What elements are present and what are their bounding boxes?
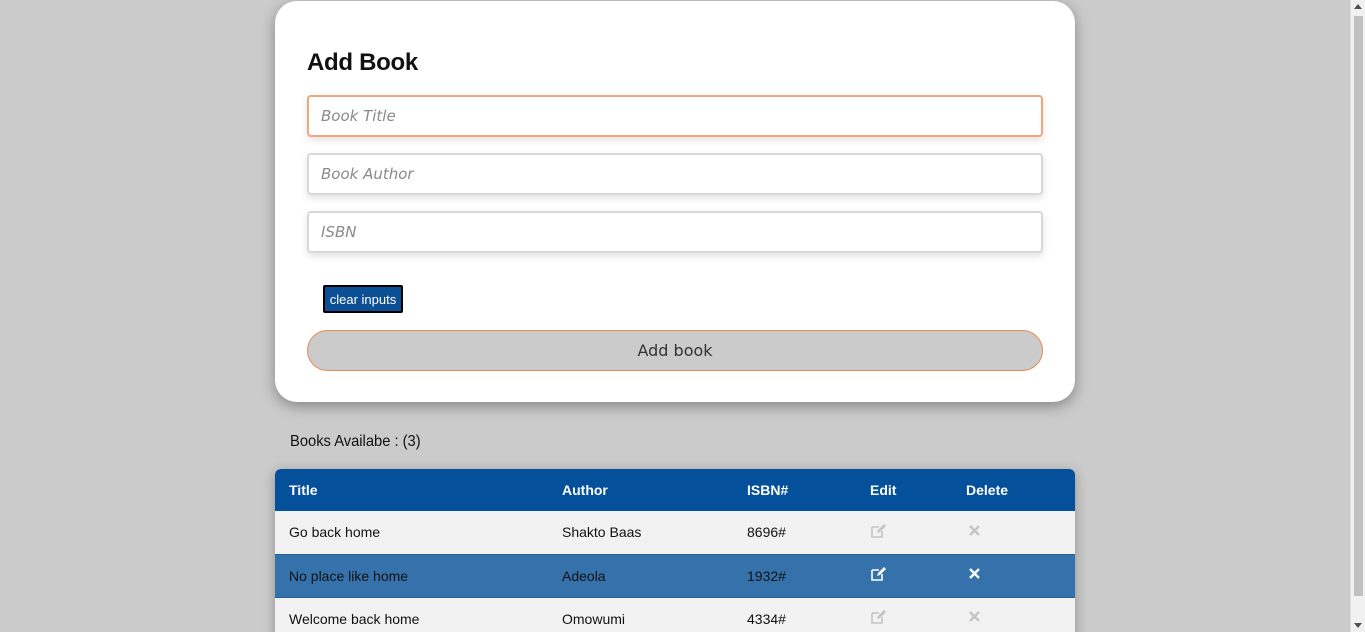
table-header-row: Title Author ISBN# Edit Delete <box>275 469 1075 511</box>
header-title: Title <box>289 482 318 498</box>
header-delete: Delete <box>966 482 1009 498</box>
edit-icon[interactable] <box>870 566 886 582</box>
close-icon[interactable] <box>966 609 982 625</box>
close-icon[interactable] <box>966 566 982 582</box>
table-row[interactable]: Go back home Shakto Baas 8696# <box>275 511 1075 554</box>
vertical-scrollbar[interactable] <box>1350 0 1365 632</box>
book-author-input[interactable] <box>307 153 1043 195</box>
book-author-cell: Adeola <box>562 567 606 584</box>
table-row[interactable]: No place like home Adeola 1932# <box>275 554 1075 597</box>
book-isbn-cell: 1932# <box>747 567 786 584</box>
page: Add Book clear inputs Add book Books Ava… <box>0 0 1365 632</box>
clear-inputs-button[interactable]: clear inputs <box>323 285 403 313</box>
scrollbar-thumb[interactable] <box>1354 16 1363 596</box>
edit-icon[interactable] <box>870 609 886 625</box>
scroll-down-arrow-icon[interactable] <box>1354 623 1362 628</box>
book-isbn-cell: 8696# <box>747 524 786 541</box>
isbn-input[interactable] <box>307 211 1043 253</box>
book-isbn-cell: 4334# <box>747 610 786 627</box>
books-count-label: Books Availabe : (3) <box>290 433 421 450</box>
add-book-card: Add Book clear inputs Add book <box>275 1 1075 402</box>
book-title-cell: Welcome back home <box>289 610 420 627</box>
books-table: Title Author ISBN# Edit Delete Go back h… <box>275 469 1075 632</box>
table-row[interactable]: Welcome back home Omowumi 4334# <box>275 597 1075 632</box>
book-author-cell: Omowumi <box>562 610 626 627</box>
header-isbn: ISBN# <box>747 482 789 498</box>
book-title-cell: Go back home <box>289 524 381 541</box>
book-title-input[interactable] <box>307 95 1043 137</box>
close-icon[interactable] <box>966 523 982 539</box>
header-author: Author <box>562 482 608 498</box>
book-title-cell: No place like home <box>289 567 409 584</box>
add-book-button[interactable]: Add book <box>307 330 1043 371</box>
scroll-up-arrow-icon[interactable] <box>1354 4 1362 9</box>
header-edit: Edit <box>870 482 897 498</box>
form-title: Add Book <box>307 49 418 76</box>
edit-icon[interactable] <box>870 523 886 539</box>
book-author-cell: Shakto Baas <box>562 524 642 541</box>
